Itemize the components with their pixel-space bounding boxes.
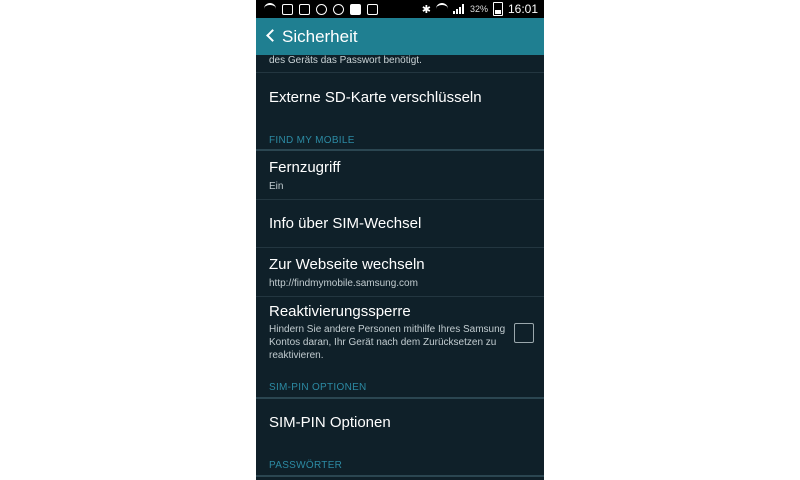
phone-screen: ✱ 32% 16:01 Sicherheit des Geräts das Pa…	[256, 0, 544, 480]
action-bar: Sicherheit	[256, 18, 544, 55]
list-item-title[interactable]: Externe SD-Karte verschlüsseln	[269, 89, 482, 106]
battery-icon	[492, 2, 503, 16]
section-divider	[256, 149, 544, 151]
battery-percent: 32%	[469, 4, 488, 14]
screenshot-icon	[299, 3, 310, 15]
wifi-icon	[435, 3, 448, 15]
page-title[interactable]: Sicherheit	[282, 27, 358, 47]
app-notification-icon	[316, 3, 327, 15]
clock: 16:01	[507, 2, 538, 16]
divider	[256, 199, 544, 200]
section-header-sim-pin: SIM-PIN OPTIONEN	[269, 382, 367, 393]
play-store-icon	[367, 3, 378, 15]
divider	[256, 72, 544, 73]
list-item-title[interactable]: Info über SIM-Wechsel	[269, 215, 421, 232]
bluetooth-icon: ✱	[421, 3, 431, 16]
gallery-icon	[282, 3, 293, 15]
list-item-title[interactable]: Reaktivierungssperre	[269, 303, 411, 320]
list-item-subtitle: http://findmymobile.samsung.com	[269, 278, 418, 289]
checklist-icon	[350, 3, 361, 15]
list-item-title[interactable]: SIM-PIN Optionen	[269, 414, 391, 431]
status-bar: ✱ 32% 16:01	[256, 0, 544, 18]
partial-summary-text: des Geräts das Passwort benötigt.	[269, 55, 422, 66]
list-item-subtitle: Ein	[269, 181, 284, 192]
notification-icons	[264, 3, 378, 15]
section-header-passwords: PASSWÖRTER	[269, 460, 343, 471]
list-item-description: Hindern Sie andere Personen mithilfe Ihr…	[269, 324, 506, 361]
list-item-title[interactable]: Zur Webseite wechseln	[269, 256, 425, 273]
system-icons: ✱ 32% 16:01	[422, 2, 538, 16]
section-divider	[256, 397, 544, 399]
signal-icon	[452, 4, 465, 14]
section-divider	[256, 475, 544, 477]
back-arrow-icon[interactable]	[262, 26, 282, 46]
section-header-find-my-mobile: FIND MY MOBILE	[269, 135, 355, 146]
list-item-title[interactable]: Fernzugriff	[269, 159, 340, 176]
divider	[256, 296, 544, 297]
divider	[256, 247, 544, 248]
reactivation-lock-checkbox[interactable]	[514, 323, 534, 343]
wifi-notification-icon	[264, 3, 276, 15]
cloud-notification-icon	[333, 3, 344, 15]
